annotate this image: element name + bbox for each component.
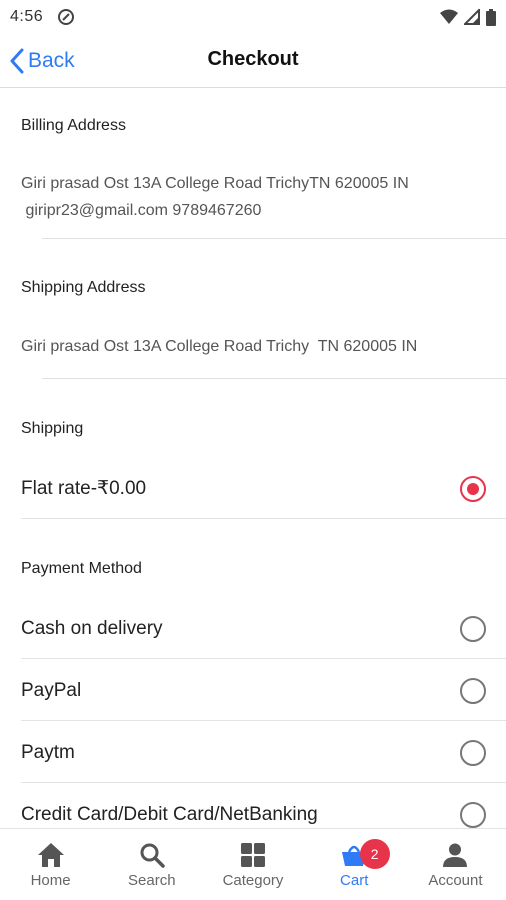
- divider: [42, 378, 506, 379]
- battery-icon: [486, 8, 496, 26]
- payment-option-paytm[interactable]: Paytm: [21, 723, 506, 783]
- shipping-method-title: Shipping: [21, 420, 84, 437]
- shipping-address-text: Giri prasad Ost 13A College Road Trichy …: [21, 338, 418, 355]
- nav-category-label: Category: [222, 872, 284, 889]
- nav-search-label: Search: [128, 872, 176, 889]
- shipping-address-title: Shipping Address: [21, 279, 146, 296]
- checkout-content[interactable]: Billing Address Giri prasad Ost 13A Coll…: [0, 88, 506, 828]
- nav-home-label: Home: [30, 872, 71, 889]
- payment-option-paypal[interactable]: PayPal: [21, 661, 506, 721]
- radio-button[interactable]: [460, 802, 486, 828]
- radio-button[interactable]: [460, 739, 486, 766]
- header: Back Checkout: [0, 34, 506, 88]
- grid-icon: [238, 841, 268, 869]
- option-label: Credit Card/Debit Card/NetBanking: [21, 804, 318, 825]
- radio-button[interactable]: [460, 677, 486, 704]
- billing-address-title: Billing Address: [21, 117, 126, 134]
- billing-address-text: Giri prasad Ost 13A College Road TrichyT…: [21, 170, 486, 224]
- nav-account-label: Account: [428, 872, 483, 889]
- shipping-option-flat-rate[interactable]: Flat rate-₹0.00: [21, 459, 506, 519]
- nav-home[interactable]: Home: [0, 829, 101, 900]
- person-icon: [440, 841, 470, 869]
- wifi-icon: [440, 9, 458, 24]
- nav-account[interactable]: Account: [405, 829, 506, 900]
- checkout-screen: 4:56 Back Checkout Billing Address Giri …: [0, 0, 506, 900]
- status-bar: 4:56: [0, 0, 506, 34]
- billing-address-line2: giripr23@gmail.com 9789467260: [21, 202, 262, 219]
- signal-icon: [464, 9, 480, 25]
- radio-button[interactable]: [460, 615, 486, 642]
- option-label: Paytm: [21, 741, 75, 763]
- home-icon: [36, 841, 66, 869]
- payment-option-card[interactable]: Credit Card/Debit Card/NetBanking: [21, 785, 506, 828]
- nav-search[interactable]: Search: [101, 829, 202, 900]
- nav-cart[interactable]: Cart 2: [304, 829, 405, 900]
- nav-cart-label: Cart: [340, 872, 369, 889]
- option-label: Cash on delivery: [21, 617, 163, 639]
- page-title: Checkout: [207, 48, 299, 70]
- payment-method-title: Payment Method: [21, 560, 142, 577]
- cart-badge: 2: [359, 839, 390, 869]
- radio-button-selected[interactable]: [460, 475, 486, 502]
- status-icons: [440, 8, 496, 26]
- app-notification-icon: [58, 9, 75, 25]
- billing-address-line1: Giri prasad Ost 13A College Road TrichyT…: [21, 175, 409, 192]
- divider: [42, 238, 506, 239]
- bottom-navigation: Home Search Category Cart 2 Account: [0, 828, 506, 900]
- payment-option-cod[interactable]: Cash on delivery: [21, 599, 506, 659]
- search-icon: [137, 841, 167, 869]
- option-label: Flat rate-₹0.00: [21, 478, 147, 499]
- option-label: PayPal: [21, 679, 82, 701]
- nav-category[interactable]: Category: [202, 829, 303, 900]
- status-time: 4:56: [10, 8, 44, 25]
